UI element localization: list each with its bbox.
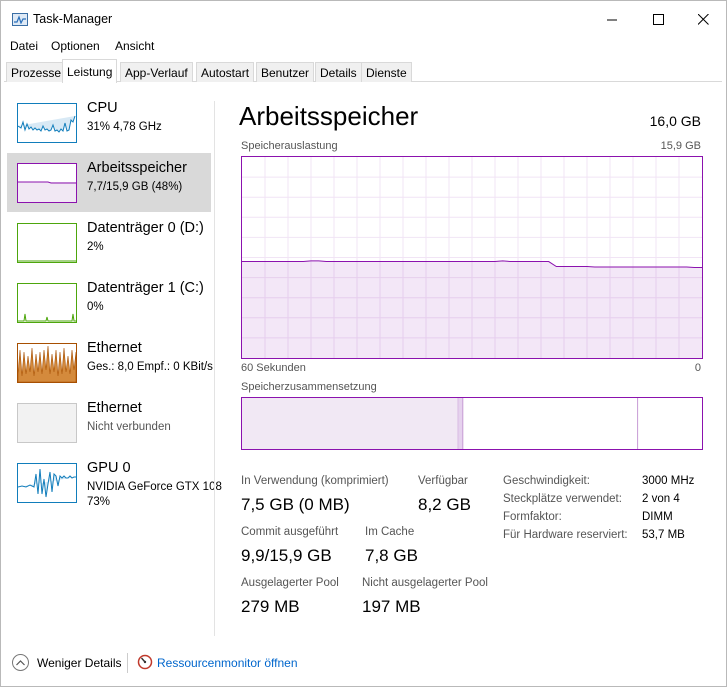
memory-composition-bar[interactable] [241,397,703,450]
tab-app-verlauf[interactable]: App-Verlauf [120,62,193,82]
nonpaged-pool-value: 197 MB [362,597,421,616]
available-value: 8,2 GB [418,495,471,514]
resource-detail-cpu: 31% 4,78 GHz [87,121,162,133]
menu-ansicht[interactable]: Ansicht [115,39,154,53]
spec-speed-label: Geschwindigkeit: [503,475,590,487]
usage-area [242,260,702,358]
resource-name-cpu: CPU [87,100,118,116]
footer-bar: Weniger Details Ressourcenmonitor öffnen [1,645,726,685]
resource-item-ethernet-1[interactable]: Ethernet Ges.: 8,0 Empf.: 0 KBit/s [7,333,213,392]
cache-value: 7,8 GB [365,546,418,565]
graph-time-end: 0 [694,362,701,374]
tab-details[interactable]: Details [315,62,362,82]
memory-thumbnail-graph [17,163,77,203]
gpu-thumbnail-graph [17,463,77,503]
task-manager-icon [12,13,28,26]
resource-name-disk-0: Datenträger 0 (D:) [87,220,204,236]
gpu-model: NVIDIA GeForce GTX 108 [87,481,222,493]
resource-item-ethernet-2[interactable]: Ethernet Nicht verbunden [7,393,211,452]
nonpaged-pool-label: Nicht ausgelagerter Pool [362,577,488,589]
tab-bar: Prozesse Leistung App-Verlauf Autostart … [4,59,722,83]
menu-optionen[interactable]: Optionen [51,39,100,53]
chevron-up-icon[interactable] [12,654,29,671]
resource-name-ethernet-1: Ethernet [87,340,142,356]
spec-formfactor-value: DIMM [642,511,673,523]
tab-leistung[interactable]: Leistung [62,59,118,83]
tab-benutzer[interactable]: Benutzer [256,62,315,82]
title-bar[interactable]: Task-Manager [1,1,726,37]
footer-separator [127,653,128,673]
maximize-button[interactable] [635,1,681,37]
task-manager-window: Task-Manager Datei Optionen Ansicht Proz… [0,0,727,687]
spec-reserved-label: Für Hardware reserviert: [503,529,628,541]
commit-value: 9,9/15,9 GB [241,546,332,565]
close-button[interactable] [680,1,726,37]
paged-pool-value: 279 MB [241,597,300,616]
available-label: Verfügbar [418,475,468,487]
usage-graph-label: Speicherauslastung [241,140,338,152]
in-use-value: 7,5 GB (0 MB) [241,495,350,514]
resource-detail-ethernet-1: Ges.: 8,0 Empf.: 0 KBit/s [87,361,213,373]
composition-modified [458,398,463,449]
window-title: Task-Manager [33,12,113,26]
resource-name-ethernet-2: Ethernet [87,400,142,416]
panel-divider[interactable] [214,101,215,636]
menu-bar: Datei Optionen Ansicht [1,37,726,57]
resource-name-disk-1: Datenträger 1 (C:) [87,280,204,296]
resource-list: CPU 31% 4,78 GHz Arbeitsspeicher 7,7/15,… [1,83,222,636]
resource-name-gpu-0: GPU 0 [87,460,131,476]
menu-datei[interactable]: Datei [10,39,38,53]
resource-monitor-icon[interactable] [137,654,153,670]
resource-item-disk-0[interactable]: Datenträger 0 (D:) 2% [7,213,211,272]
usage-graph-max: 15,9 GB [660,140,701,152]
ethernet-2-thumbnail-graph [17,403,77,443]
spec-slots-label: Steckplätze verwendet: [503,493,622,505]
resource-detail-memory: 7,7/15,9 GB (48%) [87,181,183,193]
resource-monitor-link[interactable]: Ressourcenmonitor öffnen [157,656,298,670]
spec-formfactor-label: Formfaktor: [503,511,562,523]
resource-item-disk-1[interactable]: Datenträger 1 (C:) 0% [7,273,211,332]
disk-1-thumbnail-graph [17,283,77,323]
gpu-usage: 73% [87,496,111,508]
composition-in-use [242,398,459,449]
resource-detail-disk-1: 0% [87,301,104,313]
spec-reserved-value: 53,7 MB [642,529,685,541]
tab-dienste[interactable]: Dienste [361,62,412,82]
fewer-details-link[interactable]: Weniger Details [37,656,121,670]
spec-slots-value: 2 von 4 [642,493,680,505]
resource-detail-gpu-0: NVIDIA GeForce GTX 108 73% [87,480,222,510]
disk-0-thumbnail-graph [17,223,77,263]
paged-pool-label: Ausgelagerter Pool [241,577,339,589]
resource-item-memory[interactable]: Arbeitsspeicher 7,7/15,9 GB (48%) [7,153,211,212]
composition-label: Speicherzusammensetzung [241,381,377,393]
resource-item-gpu-0[interactable]: GPU 0 NVIDIA GeForce GTX 108 73% [7,453,222,512]
tab-autostart[interactable]: Autostart [196,62,255,82]
resource-name-memory: Arbeitsspeicher [87,160,187,176]
total-memory: 16,0 GB [649,113,701,129]
resource-detail-disk-0: 2% [87,241,104,253]
commit-label: Commit ausgeführt [241,526,339,538]
memory-usage-graph [241,156,703,359]
resource-detail-ethernet-2: Nicht verbunden [87,421,171,433]
tab-prozesse[interactable]: Prozesse [6,62,67,82]
ethernet-1-thumbnail-graph [17,343,77,383]
graph-time-label: 60 Sekunden [241,362,306,374]
cpu-thumbnail-graph [17,103,77,143]
in-use-label: In Verwendung (komprimiert) [241,475,389,487]
minimize-button[interactable] [589,1,635,37]
resource-item-cpu[interactable]: CPU 31% 4,78 GHz [7,93,211,152]
page-title: Arbeitsspeicher [239,101,419,131]
spec-speed-value: 3000 MHz [642,475,695,487]
cache-label: Im Cache [365,526,415,538]
